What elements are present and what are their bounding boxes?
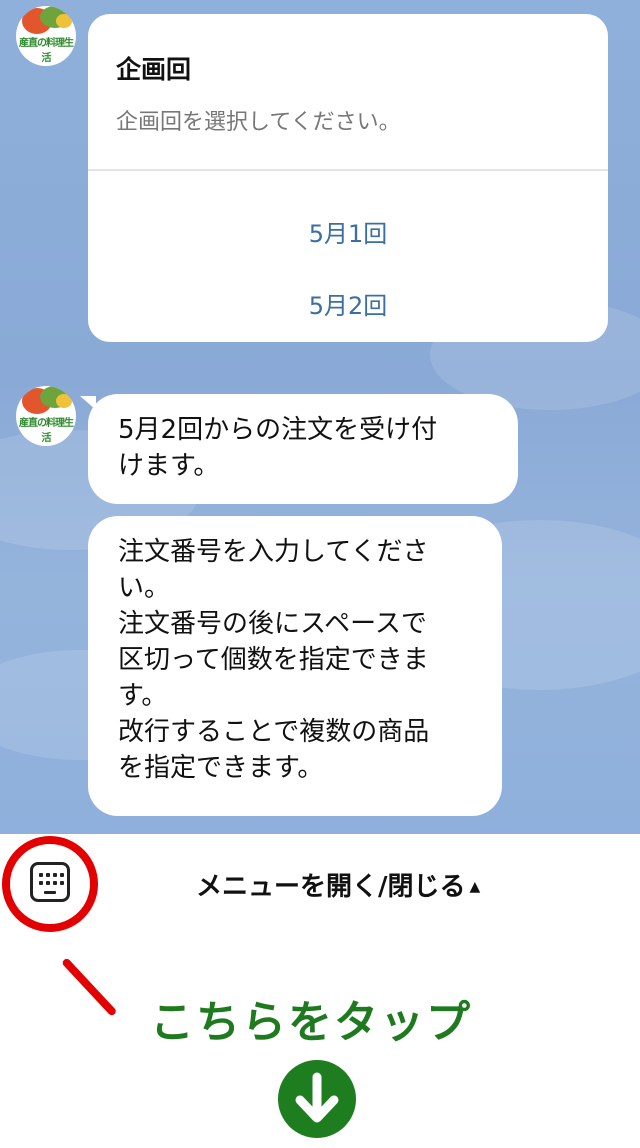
selection-card: 企画回 企画回を選択してください。 5月1回 5月2回 xyxy=(88,14,608,342)
message-line: す。 xyxy=(118,681,168,711)
option-button[interactable]: 5月2回 xyxy=(88,286,608,321)
avatar-logo-text: 産直の料理生活 xyxy=(19,418,74,444)
message-line: 改行することで複数の商品 xyxy=(118,717,430,747)
message-line: を指定できます。 xyxy=(118,753,324,783)
vegetable-graphic xyxy=(56,394,72,408)
avatar[interactable]: 産直の料理生活 xyxy=(16,6,76,66)
avatar[interactable]: 産直の料理生活 xyxy=(16,386,76,446)
menu-toggle-label: メニューを開く/閉じる xyxy=(196,872,466,902)
message-line: い。 xyxy=(118,573,171,603)
message-line: 区切って個数を指定できま xyxy=(118,645,429,675)
message-bubble[interactable]: 注文番号を入力してくださ い。 注文番号の後にスペースで 区切って個数を指定でき… xyxy=(88,516,502,816)
menu-toggle-button[interactable]: メニューを開く/閉じる ▲ xyxy=(196,866,480,903)
chat-area[interactable]: 産直の料理生活 企画回 企画回を選択してください。 5月1回 5月2回 産直の料… xyxy=(0,0,640,834)
message-line: 5月2回からの注文を受け付 xyxy=(118,415,438,445)
option-button[interactable]: 5月1回 xyxy=(88,214,608,249)
card-subtitle: 企画回を選択してください。 xyxy=(116,110,401,135)
highlight-circle xyxy=(2,836,98,932)
arrow-down-circle-icon xyxy=(278,1060,356,1138)
message-line: けます。 xyxy=(118,451,220,481)
triangle-up-icon: ▲ xyxy=(469,879,481,895)
vegetable-graphic xyxy=(56,14,72,28)
message-line: 注文番号の後にスペースで xyxy=(118,609,427,639)
divider xyxy=(88,169,608,171)
avatar-logo-text: 産直の料理生活 xyxy=(19,38,74,64)
arrow-down-icon xyxy=(295,1072,339,1123)
message-line: 注文番号を入力してくださ xyxy=(118,537,429,567)
message-bubble[interactable]: 5月2回からの注文を受け付 けます。 xyxy=(88,394,518,504)
card-title: 企画回 xyxy=(116,55,192,84)
tap-instruction-text: こちらをタップ xyxy=(150,997,472,1048)
